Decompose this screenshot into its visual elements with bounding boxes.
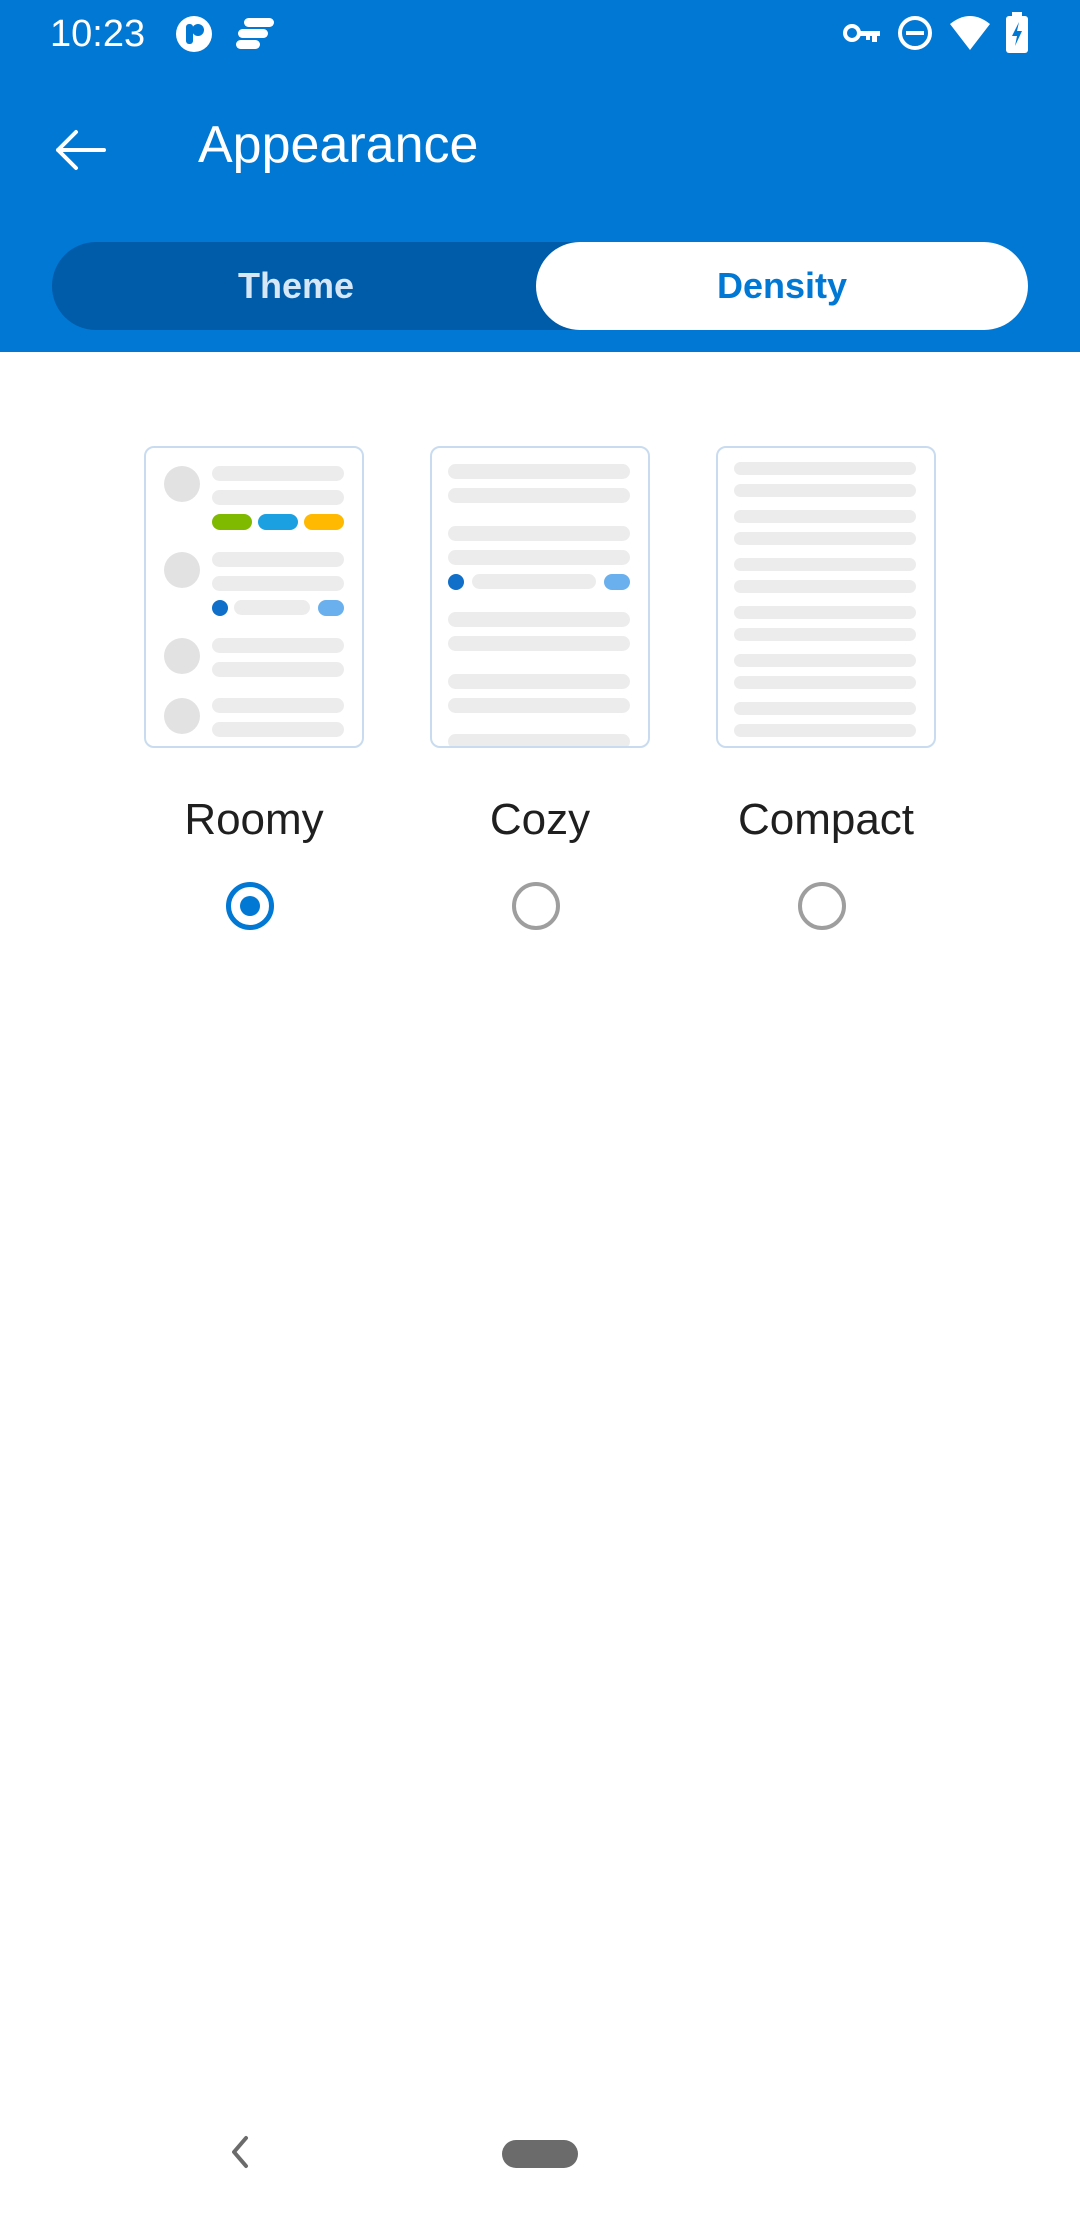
segmented-control: Theme Density <box>52 242 1028 330</box>
option-label-cozy: Cozy <box>489 795 591 844</box>
roomy-preview <box>144 446 364 748</box>
nav-home-pill[interactable] <box>502 2140 578 2168</box>
page-title: Appearance <box>198 116 479 174</box>
radio-roomy[interactable] <box>226 882 274 930</box>
radio-compact[interactable] <box>798 882 846 930</box>
nav-back-icon[interactable] <box>222 2132 258 2172</box>
wifi-icon <box>950 16 990 50</box>
density-option-compact[interactable]: Compact <box>716 446 936 946</box>
option-label-roomy: Roomy <box>184 795 324 844</box>
vpn-key-icon <box>843 24 880 42</box>
battery-charging-icon <box>1006 12 1028 53</box>
back-button[interactable] <box>40 110 120 190</box>
tag-blue <box>258 514 298 530</box>
do-not-disturb-icon <box>898 16 932 50</box>
app-icon-2 <box>236 18 274 49</box>
arrow-left-icon <box>56 130 106 170</box>
status-time: 10:23 <box>50 13 146 55</box>
cozy-preview <box>430 446 650 748</box>
density-option-roomy[interactable]: Roomy <box>144 446 364 946</box>
density-option-cozy[interactable]: Cozy <box>430 446 650 946</box>
compact-preview <box>716 446 936 748</box>
tab-theme[interactable]: Theme <box>52 242 540 330</box>
app-icon <box>176 16 212 52</box>
radio-cozy[interactable] <box>512 882 560 930</box>
tab-density[interactable]: Density <box>536 242 1028 330</box>
tag-green <box>212 514 252 530</box>
app-bar: 10:23 Appearance Theme Density <box>0 0 1080 352</box>
option-label-compact: Compact <box>737 795 915 844</box>
tag-yellow <box>304 514 344 530</box>
